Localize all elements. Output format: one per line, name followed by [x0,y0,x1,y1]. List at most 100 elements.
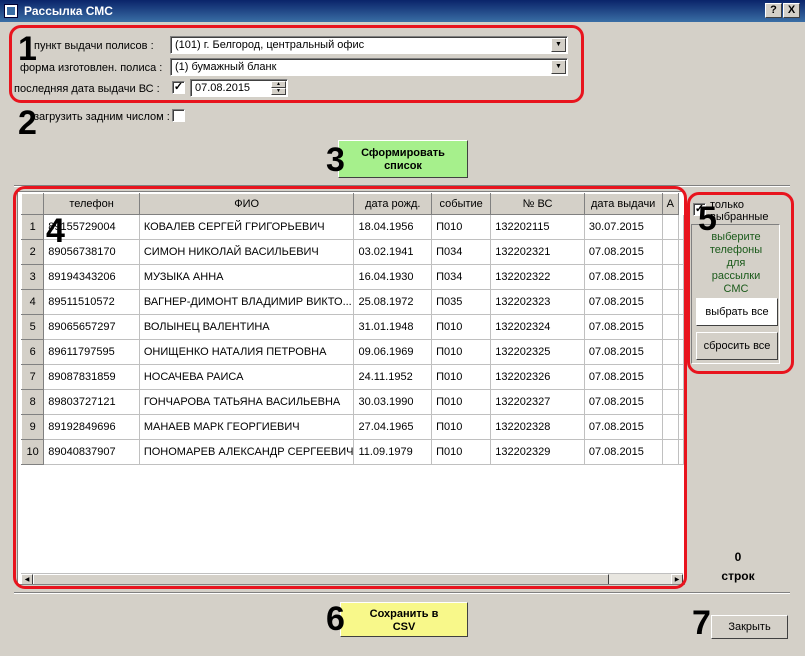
cell-num[interactable]: 7 [20,364,45,390]
table-row[interactable]: 1 89155729004 КОВАЛЕВ СЕРГЕЙ ГРИГОРЬЕВИЧ 18… [20,214,684,240]
cell-vs: 132202115 [490,214,585,240]
cell-issued: 07.08.2015 [584,439,663,465]
table-row[interactable]: 10 89040837907 ПОНОМАРЕВ АЛЕКСАНДР СЕРГЕЕВ… [20,439,684,465]
col-header-issued[interactable]: дата выдачи [583,193,663,215]
grid-body: 1 89155729004 КОВАЛЕВ СЕРГЕЙ ГРИГОРЬЕВИЧ 18… [20,214,684,465]
annotation-number-1: 1 [18,30,37,68]
cell-birth: 30.03.1990 [353,389,433,415]
table-row[interactable]: 3 89194343206 МУЗЫКА АННА 16.04.1930 П034 132… [20,264,684,290]
cell-pad [678,389,684,415]
annotation-number-4: 4 [46,212,65,250]
policy-form-value: (1) бумажный бланк [175,61,277,73]
cell-pad [678,414,684,440]
table-row[interactable]: 8 89803727121 ГОНЧАРОВА ТАТЬЯНА ВАСИЛЬЕВНА… [20,389,684,415]
cell-vs: 132202329 [490,439,585,465]
cell-event: П010 [431,439,492,465]
reset-all-button[interactable]: сбросить все [696,332,778,360]
row-count-value: 0 [734,550,742,564]
scroll-right-icon[interactable]: ▶ [671,574,683,584]
cell-num[interactable]: 3 [20,264,45,290]
scroll-left-icon[interactable]: ◀ [21,574,33,584]
cell-issued: 07.08.2015 [584,389,663,415]
cell-num[interactable]: 8 [20,389,45,415]
cell-phone: 89087831859 [43,364,140,390]
cell-birth: 18.04.1956 [353,214,433,240]
help-button[interactable]: ? [765,3,782,18]
table-row[interactable]: 6 89611797595 ОНИЩЕНКО НАТАЛИЯ ПЕТРОВНА 09.… [20,339,684,365]
cell-num[interactable]: 6 [20,339,45,365]
table-row[interactable]: 7 89087831859 НОСАЧЕВА РАИСА 24.11.1952 П010… [20,364,684,390]
policy-form-select[interactable]: (1) бумажный бланк ▼ [170,58,568,76]
cell-vs: 132202323 [490,289,585,315]
cell-birth: 25.08.1972 [353,289,433,315]
cell-fio: ГОНЧАРОВА ТАТЬЯНА ВАСИЛЬЕВНА [139,389,355,415]
issue-point-select[interactable]: (101) г. Белгород, центральный офис ▼ [170,36,568,54]
table-row[interactable]: 5 89065657297 ВОЛЫНЕЦ ВАЛЕНТИНА 31.01.1948 П… [20,314,684,340]
annotation-number-7: 7 [692,604,711,642]
spin-up-icon[interactable]: ▲ [271,81,286,88]
annotation-number-3: 3 [326,141,345,179]
cell-vs: 132202325 [490,339,585,365]
cell-fio: СИМОН НИКОЛАЙ ВАСИЛЬЕВИЧ [139,239,355,265]
form-list-label-1: Сформировать [361,147,445,159]
last-date-input[interactable]: 07.08.2015 ▲ ▼ [190,79,288,97]
chevron-down-icon[interactable]: ▼ [551,60,566,74]
spin-down-icon[interactable]: ▼ [271,88,286,95]
save-csv-button[interactable]: Сохранить в CSV [340,602,468,637]
save-csv-label-1: Сохранить в [369,608,439,620]
corner-header [20,193,45,215]
cell-issued: 07.08.2015 [584,314,663,340]
group-frame-top [14,185,790,187]
col-header-extra[interactable]: А [661,193,679,215]
chevron-down-icon[interactable]: ▼ [551,38,566,52]
cell-event: П010 [431,389,492,415]
cell-fio: МУЗЫКА АННА [139,264,355,290]
cell-pad [678,314,684,340]
table-row[interactable]: 4 89511510572 ВАГНЕР-ДИМОНТ ВЛАДИМИР ВИКТО… [20,289,684,315]
cell-pad [678,214,684,240]
backdate-checkbox[interactable] [172,109,185,122]
cell-birth: 11.09.1979 [353,439,433,465]
last-date-checkbox[interactable]: ✓ [172,81,185,94]
cell-num[interactable]: 4 [20,289,45,315]
col-header-event[interactable]: событие [431,193,492,215]
hint-line-2: телефоны [709,244,763,256]
policy-form-label: форма изготовлен. полиса : [20,62,163,74]
cell-num[interactable]: 9 [20,414,45,440]
cell-num[interactable]: 2 [20,239,45,265]
cell-event: П010 [431,214,492,240]
cell-event: П010 [431,364,492,390]
cell-fio: МАНАЕВ МАРК ГЕОРГИЕВИЧ [139,414,355,440]
col-header-fio[interactable]: ФИО [138,193,355,215]
scroll-thumb[interactable] [33,574,609,584]
data-grid[interactable]: телефон ФИО дата рожд. событие № ВС дата… [17,191,685,585]
cell-event: П034 [431,264,492,290]
table-row[interactable]: 2 89056738170 СИМОН НИКОЛАЙ ВАСИЛЬЕВИЧ 03.0… [20,239,684,265]
cell-event: П034 [431,239,492,265]
col-header-vs[interactable]: № ВС [490,193,585,215]
only-selected-label-2: выбранные [710,211,769,223]
close-window-button[interactable]: X [783,3,800,18]
col-header-birth[interactable]: дата рожд. [353,193,433,215]
cell-phone: 89511510572 [43,289,140,315]
cell-num[interactable]: 1 [20,214,45,240]
table-row[interactable]: 9 89192849696 МАНАЕВ МАРК ГЕОРГИЕВИЧ 27.04.… [20,414,684,440]
backdate-label: загрузить задним числом : [34,111,170,123]
cell-issued: 07.08.2015 [584,364,663,390]
close-button[interactable]: Закрыть [711,615,788,639]
cell-issued: 07.08.2015 [584,339,663,365]
title-bar: Рассылка СМС ? X [0,0,805,22]
cell-phone: 89065657297 [43,314,140,340]
cell-extra [662,439,679,465]
cell-vs: 132202324 [490,314,585,340]
cell-pad [678,439,684,465]
cell-fio: НОСАЧЕВА РАИСА [139,364,355,390]
form-list-button[interactable]: Сформировать список [338,140,468,178]
horizontal-scrollbar[interactable]: ◀ ▶ [21,573,683,584]
hint-text: выберите телефоны для рассылки СМС [692,231,780,296]
cell-phone: 89611797595 [43,339,140,365]
last-date-label: последняя дата выдачи ВС : [14,83,160,95]
cell-num[interactable]: 10 [20,439,45,465]
select-all-button[interactable]: выбрать все [696,298,778,326]
cell-num[interactable]: 5 [20,314,45,340]
